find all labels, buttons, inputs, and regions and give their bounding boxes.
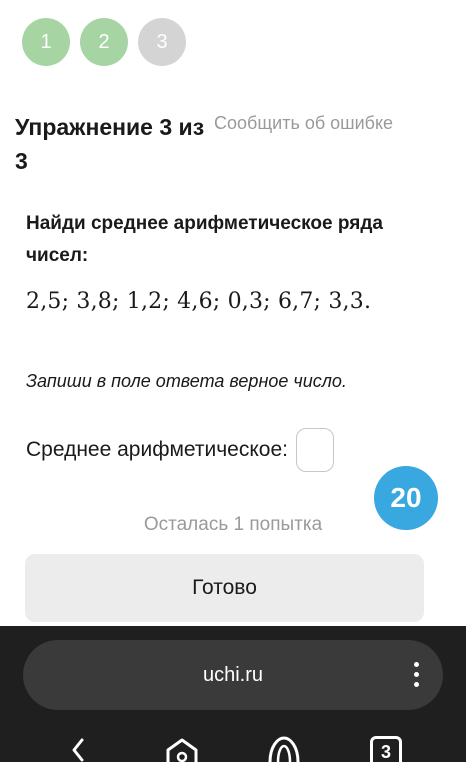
tab-count: 3 [380,742,391,762]
url-text: uchi.ru [202,663,264,686]
exercise-title: Упражнение 3 из 3 [15,114,205,174]
submit-button-label: Готово [192,576,257,599]
address-bar[interactable]: uchi.ru [23,640,443,710]
step-2[interactable]: 2 [80,18,128,66]
answer-label: Среднее арифметическое: [26,438,288,461]
progress-steps: 1 2 3 [22,18,186,66]
submit-button[interactable]: Готово [25,554,424,622]
system-nav-bar: 3 [0,736,466,762]
menu-dots-icon[interactable] [414,662,419,687]
timer-value: 20 [390,482,422,513]
report-error-link[interactable]: Сообщить об ошибке [214,113,393,134]
page: 1 2 3 Упражнение 3 из 3 Сообщить об ошиб… [0,0,466,762]
tabs-icon[interactable]: 3 [370,736,402,762]
number-series: 2,5; 3,8; 1,2; 4,6; 0,3; 6,7; 3,3. [26,289,372,314]
back-icon[interactable] [66,736,88,762]
question-text: Найди среднее арифметическое ряда чисел: [26,213,383,266]
attempts-remaining: Осталась 1 попытка [143,514,323,535]
step-3-label: 3 [156,30,168,53]
instruction-text: Запиши в поле ответа верное число. [26,371,347,391]
home-icon[interactable] [162,736,202,762]
answer-row: Среднее арифметическое: [26,428,334,472]
browser-bar: uchi.ru 3 [0,626,466,762]
step-2-label: 2 [98,30,110,53]
answer-input[interactable] [295,428,334,472]
step-1-label: 1 [40,30,52,53]
step-3[interactable]: 3 [138,18,186,66]
step-1[interactable]: 1 [22,18,70,66]
browser-logo-icon[interactable] [262,736,306,762]
